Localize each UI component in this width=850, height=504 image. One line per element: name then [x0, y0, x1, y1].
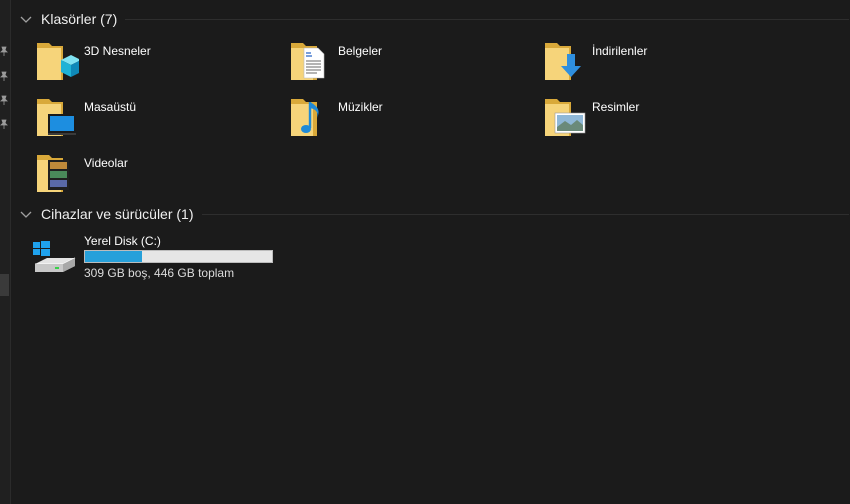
downloads-icon [543, 38, 587, 82]
windows-drive-icon [31, 234, 79, 280]
drive-usage-fill [85, 251, 143, 262]
folder-music[interactable]: Müzikler [265, 94, 383, 146]
videos-icon [35, 150, 79, 194]
folder-downloads[interactable]: İndirilenler [519, 38, 647, 90]
group-divider [201, 213, 849, 215]
pin-icon[interactable] [0, 71, 8, 81]
chevron-down-icon[interactable] [19, 207, 33, 221]
chevron-down-icon[interactable] [19, 12, 33, 26]
documents-icon [289, 38, 333, 82]
desktop-icon [35, 94, 79, 138]
folder-pictures[interactable]: Resimler [519, 94, 639, 146]
folder-label: Belgeler [338, 44, 383, 58]
pin-icon[interactable] [0, 46, 8, 56]
drive-usage-bar [84, 250, 273, 263]
folder-label: Videolar [84, 156, 128, 170]
pin-icon[interactable] [0, 119, 8, 129]
nav-scrollbar-thumb[interactable] [0, 274, 9, 296]
music-icon [289, 94, 333, 138]
pictures-icon [543, 94, 587, 138]
folder-label: Müzikler [338, 100, 383, 114]
folder-label: Resimler [592, 100, 640, 114]
file-explorer-content: Klasörler (7) 3D Nesneler Belgeler İndir… [11, 0, 850, 504]
folder-documents[interactable]: Belgeler [265, 38, 382, 90]
folder-label: Masaüstü [84, 100, 137, 114]
group-header-folders[interactable]: Klasörler (7) [19, 8, 849, 30]
navigation-pane [0, 0, 11, 504]
group-title: Cihazlar ve sürücüler (1) [41, 206, 194, 222]
drive-name: Yerel Disk (C:) [84, 234, 161, 248]
folder-desktop[interactable]: Masaüstü [11, 94, 136, 146]
group-header-devices[interactable]: Cihazlar ve sürücüler (1) [19, 203, 849, 225]
pin-icon[interactable] [0, 95, 8, 105]
drive-space-text: 309 GB boş, 446 GB toplam [84, 266, 235, 280]
group-divider [125, 18, 849, 20]
3d-objects-icon [35, 38, 81, 82]
folder-videos[interactable]: Videolar [11, 150, 128, 202]
folder-3d-objects[interactable]: 3D Nesneler [11, 38, 151, 90]
group-title: Klasörler (7) [41, 11, 118, 27]
folder-label: İndirilenler [592, 44, 648, 58]
folder-label: 3D Nesneler [84, 44, 151, 58]
drive-item[interactable]: Yerel Disk (C:) 309 GB boş, 446 GB topla… [31, 234, 291, 280]
